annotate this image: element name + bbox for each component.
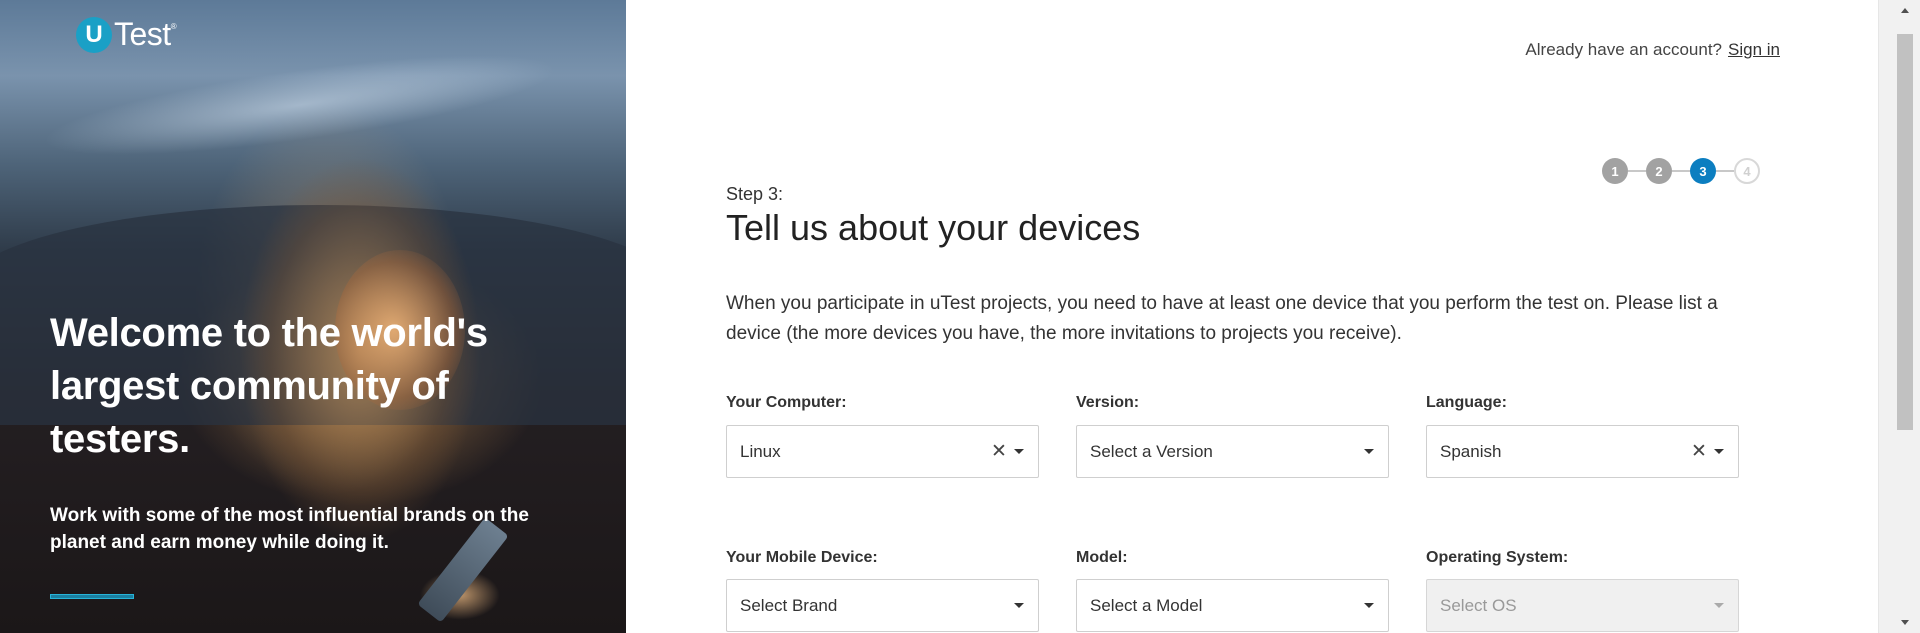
chevron-down-icon bbox=[1714, 603, 1724, 608]
utest-logo[interactable]: U Test ® bbox=[76, 16, 177, 53]
computer-value: Linux bbox=[740, 441, 781, 461]
scroll-down-icon[interactable] bbox=[1901, 620, 1909, 625]
version-select[interactable]: Select a Version bbox=[1076, 425, 1389, 478]
version-value: Select a Version bbox=[1090, 441, 1213, 461]
page-scrollbar[interactable] bbox=[1878, 0, 1920, 633]
mobile-brand-value: Select Brand bbox=[740, 595, 838, 615]
chevron-down-icon[interactable] bbox=[1364, 449, 1374, 454]
chevron-down-icon[interactable] bbox=[1714, 449, 1724, 454]
step-4: 4 bbox=[1734, 158, 1760, 184]
chevron-down-icon[interactable] bbox=[1014, 449, 1024, 454]
model-label: Model: bbox=[1076, 549, 1128, 566]
hero-subtitle: Work with some of the most influential b… bbox=[50, 505, 529, 553]
step-2: 2 bbox=[1646, 158, 1672, 184]
clear-icon[interactable]: ✕ bbox=[1690, 440, 1708, 463]
mobile-brand-select[interactable]: Select Brand bbox=[726, 579, 1039, 632]
signin-prompt: Already have an account? Sign in bbox=[1525, 40, 1780, 60]
os-value: Select OS bbox=[1440, 595, 1517, 615]
step-connector bbox=[1716, 170, 1734, 172]
step-1: 1 bbox=[1602, 158, 1628, 184]
hero-title: Welcome to the world's largest community… bbox=[50, 311, 488, 461]
step-connector bbox=[1672, 170, 1690, 172]
account-prompt-text: Already have an account? bbox=[1525, 40, 1723, 59]
model-value: Select a Model bbox=[1090, 595, 1203, 615]
computer-label: Your Computer: bbox=[726, 394, 847, 411]
version-label: Version: bbox=[1076, 394, 1140, 411]
logo-badge: U bbox=[76, 16, 112, 53]
clear-icon[interactable]: ✕ bbox=[990, 440, 1008, 463]
model-select[interactable]: Select a Model bbox=[1076, 579, 1389, 632]
logo-word: Test bbox=[114, 16, 171, 52]
hero-accent-rule bbox=[50, 594, 134, 599]
language-label: Language: bbox=[1426, 394, 1507, 411]
signin-link[interactable]: Sign in bbox=[1728, 40, 1780, 59]
hero-panel: U Test ® Welcome to the world's largest … bbox=[0, 0, 626, 633]
step-3: 3 bbox=[1690, 158, 1716, 184]
scrollbar-thumb[interactable] bbox=[1897, 34, 1913, 430]
language-value: Spanish bbox=[1440, 441, 1502, 461]
scroll-up-icon[interactable] bbox=[1901, 8, 1909, 13]
os-label: Operating System: bbox=[1426, 549, 1569, 566]
form-title: Tell us about your devices bbox=[726, 207, 1141, 248]
mobile-device-label: Your Mobile Device: bbox=[726, 549, 878, 566]
chevron-down-icon[interactable] bbox=[1364, 603, 1374, 608]
step-connector bbox=[1628, 170, 1646, 172]
chevron-down-icon[interactable] bbox=[1014, 603, 1024, 608]
progress-stepper: 1 2 3 4 bbox=[1602, 158, 1760, 184]
logo-trademark: ® bbox=[170, 22, 177, 31]
step-label: Step 3: bbox=[726, 184, 784, 204]
language-select[interactable]: Spanish ✕ bbox=[1426, 425, 1739, 478]
computer-select[interactable]: Linux ✕ bbox=[726, 425, 1039, 478]
form-intro: When you participate in uTest projects, … bbox=[726, 293, 1718, 344]
os-select[interactable]: Select OS bbox=[1426, 579, 1739, 632]
